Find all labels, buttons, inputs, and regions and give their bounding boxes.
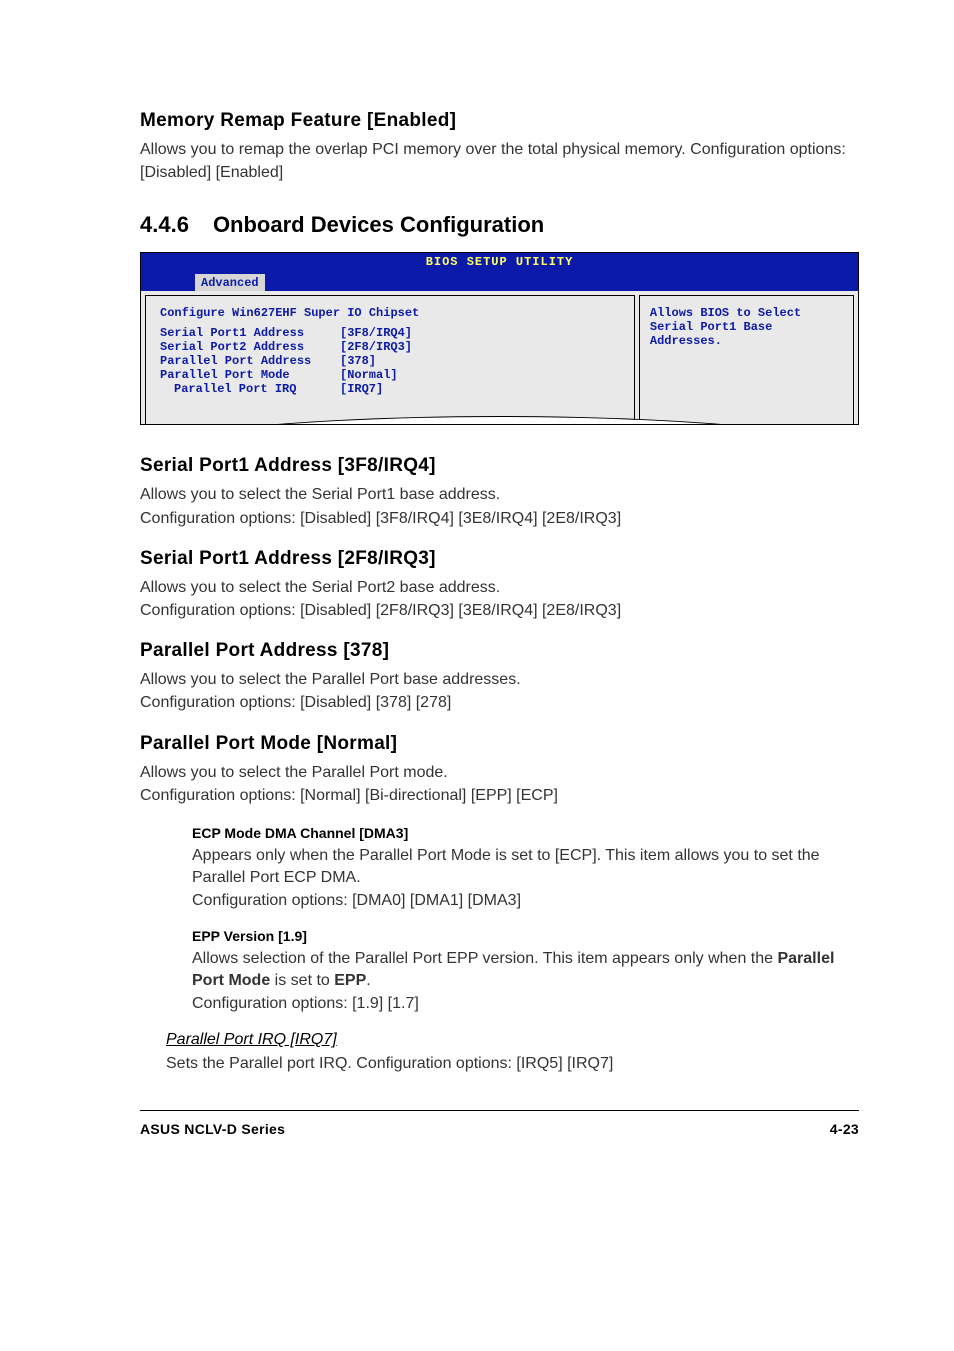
bios-label: Parallel Port Address bbox=[160, 354, 340, 368]
bios-row: Serial Port1 Address [3F8/IRQ4] bbox=[160, 326, 620, 340]
heading-parallel-mode: Parallel Port Mode [Normal] bbox=[140, 733, 859, 755]
bios-value: [Normal] bbox=[340, 368, 398, 382]
bios-row: Parallel Port Mode [Normal] bbox=[160, 368, 620, 382]
heading-serial1: Serial Port1 Address [3F8/IRQ4] bbox=[140, 455, 859, 477]
bios-label: Parallel Port IRQ bbox=[160, 382, 340, 396]
bios-label: Parallel Port Mode bbox=[160, 368, 340, 382]
bios-row: Parallel Port IRQ [IRQ7] bbox=[160, 382, 620, 396]
heading-onboard-devices: 4.4.6 Onboard Devices Configuration bbox=[140, 212, 859, 238]
section-number: 4.4.6 bbox=[140, 212, 189, 237]
body-parallel-irq: Sets the Parallel port IRQ. Configuratio… bbox=[166, 1053, 859, 1075]
body-memory-remap: Allows you to remap the overlap PCI memo… bbox=[140, 138, 859, 184]
heading-serial2: Serial Port1 Address [2F8/IRQ3] bbox=[140, 548, 859, 570]
body-serial2: Allows you to select the Serial Port2 ba… bbox=[140, 576, 859, 622]
bios-row: Serial Port2 Address [2F8/IRQ3] bbox=[160, 340, 620, 354]
body-epp-version: Allows selection of the Parallel Port EP… bbox=[192, 948, 859, 1015]
footer-right: 4-23 bbox=[830, 1121, 859, 1137]
bios-value: [IRQ7] bbox=[340, 382, 383, 396]
bios-config-title: Configure Win627EHF Super IO Chipset bbox=[160, 306, 620, 320]
heading-memory-remap: Memory Remap Feature [Enabled] bbox=[140, 110, 859, 132]
heading-ecp-dma: ECP Mode DMA Channel [DMA3] bbox=[192, 825, 859, 841]
bios-tab-advanced: Advanced bbox=[195, 274, 265, 291]
page-footer: ASUS NCLV-D Series 4-23 bbox=[140, 1110, 859, 1137]
bios-header: BIOS SETUP UTILITY Advanced bbox=[141, 253, 858, 291]
bios-label: Serial Port2 Address bbox=[160, 340, 340, 354]
body-ecp-dma: Appears only when the Parallel Port Mode… bbox=[192, 845, 859, 912]
bios-screenshot: BIOS SETUP UTILITY Advanced Configure Wi… bbox=[140, 252, 859, 425]
bios-value: [378] bbox=[340, 354, 376, 368]
body-parallel-mode: Allows you to select the Parallel Port m… bbox=[140, 761, 859, 807]
bios-value: [2F8/IRQ3] bbox=[340, 340, 412, 354]
bios-left-panel: Configure Win627EHF Super IO Chipset Ser… bbox=[145, 295, 635, 424]
body-serial1: Allows you to select the Serial Port1 ba… bbox=[140, 483, 859, 529]
body-parallel-addr: Allows you to select the Parallel Port b… bbox=[140, 668, 859, 714]
heading-parallel-irq: Parallel Port IRQ [IRQ7] bbox=[166, 1031, 859, 1049]
bios-body: Configure Win627EHF Super IO Chipset Ser… bbox=[141, 291, 858, 424]
section-title: Onboard Devices Configuration bbox=[213, 212, 544, 237]
bios-value: [3F8/IRQ4] bbox=[340, 326, 412, 340]
bios-label: Serial Port1 Address bbox=[160, 326, 340, 340]
heading-parallel-addr: Parallel Port Address [378] bbox=[140, 640, 859, 662]
bios-help-panel: Allows BIOS to Select Serial Port1 Base … bbox=[639, 295, 854, 424]
bios-title: BIOS SETUP UTILITY bbox=[426, 255, 574, 269]
bios-row: Parallel Port Address [378] bbox=[160, 354, 620, 368]
heading-epp-version: EPP Version [1.9] bbox=[192, 928, 859, 944]
footer-left: ASUS NCLV-D Series bbox=[140, 1121, 285, 1137]
